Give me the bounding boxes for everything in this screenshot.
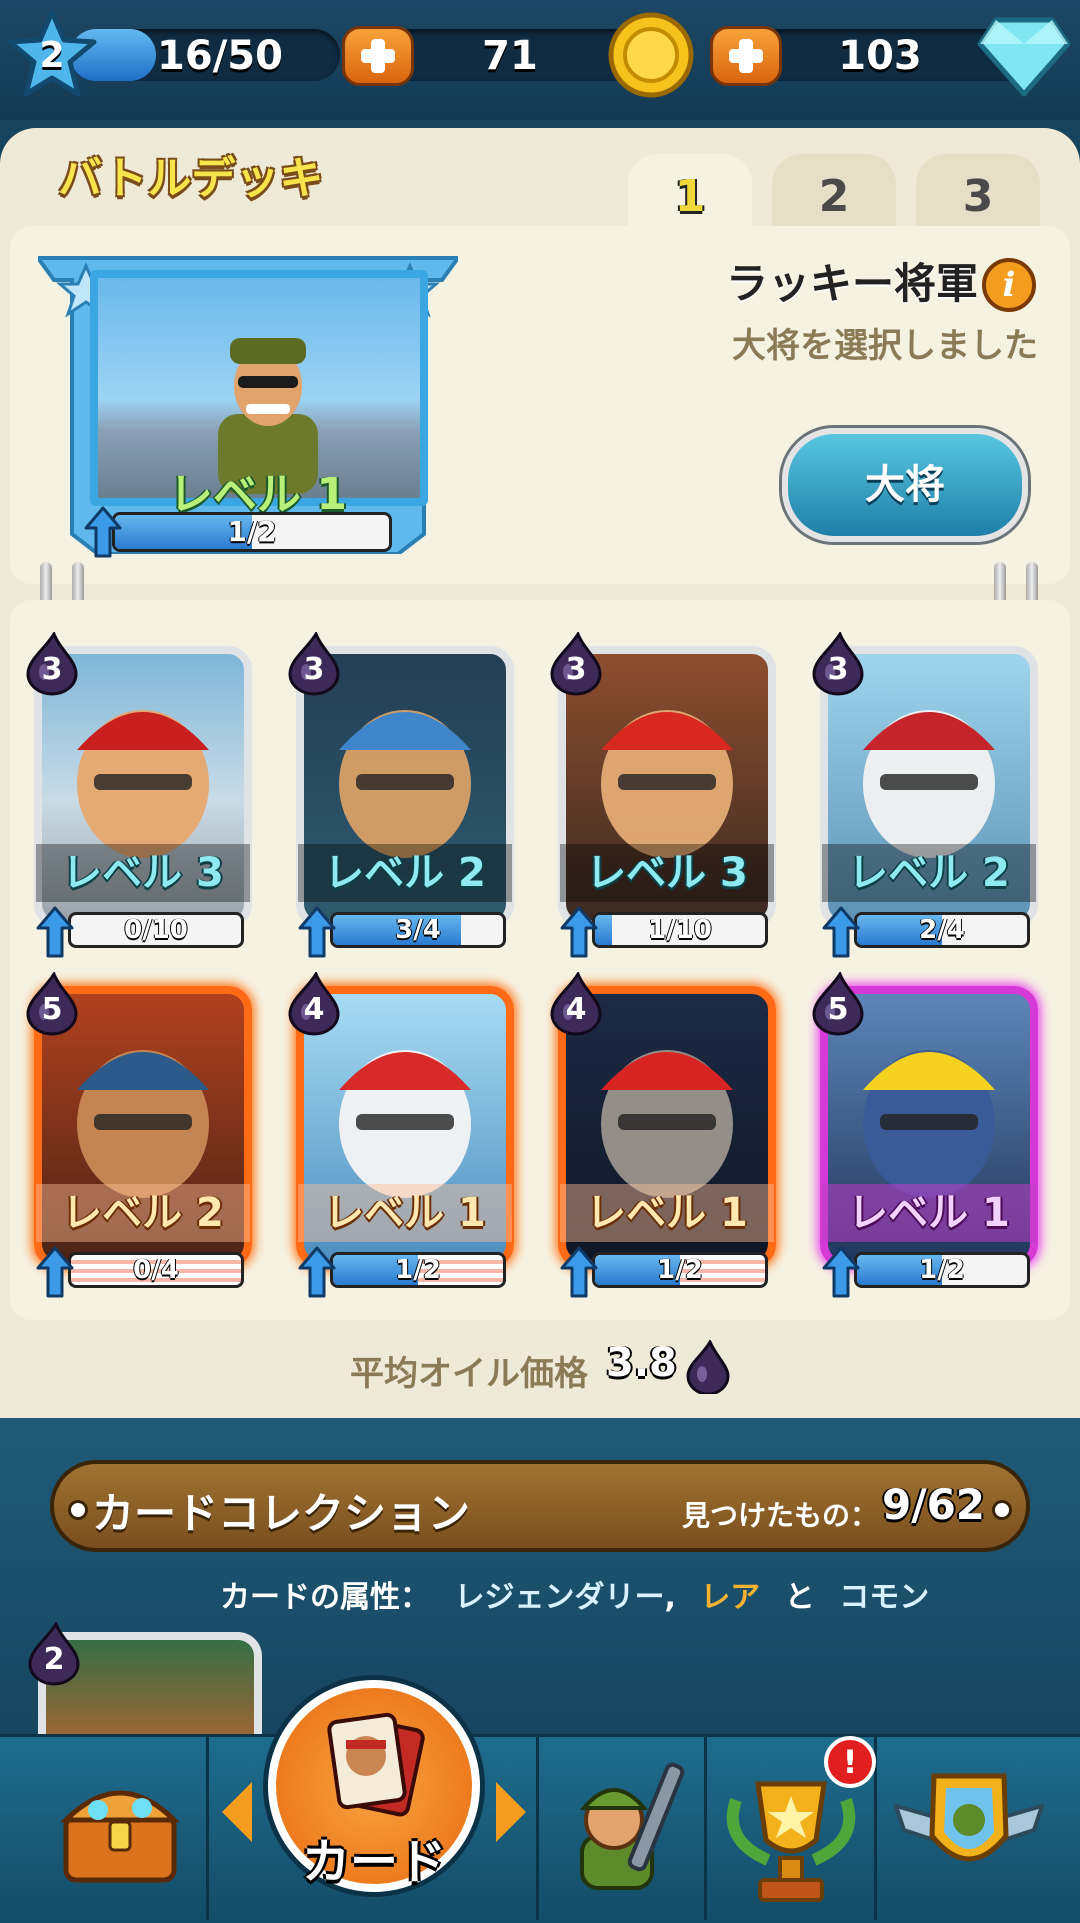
card-progress-text: 1/2 (395, 1255, 441, 1285)
attr-common: コモン (839, 1580, 930, 1615)
collection-title: カードコレクション (92, 1489, 471, 1538)
deck-card[interactable]: レベル 3 3 0/10 (26, 632, 258, 958)
deck-card[interactable]: レベル 2 5 0/4 (26, 972, 258, 1298)
nav-cards-label: カード (301, 1834, 446, 1890)
player-level: 2 (39, 35, 65, 76)
card-level: レベル 2 (36, 1184, 250, 1242)
coin-icon (608, 12, 694, 98)
card-progress-bar: 1/2 (854, 1252, 1030, 1288)
collection-found-count: 9/62 (882, 1480, 986, 1529)
card-progress-text: 0/10 (124, 915, 188, 945)
card-cost: 4 (303, 992, 325, 1027)
gems-count: 103 (838, 33, 922, 79)
average-oil-label: 平均オイル価格 (350, 1354, 588, 1394)
upgrade-arrow-icon (36, 906, 74, 958)
chest-icon[interactable] (58, 1766, 182, 1886)
deck-card[interactable]: レベル 2 3 3/4 (288, 632, 520, 958)
upgrade-arrow-icon (36, 1246, 74, 1298)
dot-decoration (992, 1500, 1012, 1520)
badge-icon[interactable] (894, 1766, 1044, 1890)
info-button[interactable]: i (982, 258, 1036, 312)
card-level: レベル 1 (298, 1184, 512, 1242)
general-progress-text: 1/2 (227, 515, 277, 548)
collection-found-label: 見つけたもの： (682, 1499, 879, 1532)
card-progress-bar: 1/2 (592, 1252, 768, 1288)
upgrade-arrow-icon (822, 1246, 860, 1298)
card-cost: 5 (41, 992, 63, 1027)
card-level: レベル 3 (36, 844, 250, 902)
upgrade-arrow-icon (84, 506, 122, 558)
trophy-alert-badge: ! (824, 1736, 876, 1788)
attr-separator: , (664, 1580, 676, 1615)
collection-card-cost: 2 (43, 1642, 65, 1677)
attr-rare: レア (700, 1580, 761, 1615)
soldier-icon[interactable] (552, 1744, 700, 1894)
upgrade-arrow-icon (560, 1246, 598, 1298)
coins-count: 71 (482, 33, 538, 79)
deck-card[interactable]: レベル 1 5 1/2 (812, 972, 1044, 1298)
attr-and: と (784, 1580, 815, 1615)
nav-divider (536, 1734, 539, 1920)
tab-deck-2[interactable]: 2 (772, 154, 896, 234)
card-cost: 3 (565, 652, 587, 687)
xp-text: 16/50 (157, 33, 283, 79)
card-progress-bar: 2/4 (854, 912, 1030, 948)
deck-card[interactable]: レベル 1 4 1/2 (550, 972, 782, 1298)
general-status: 大将を選択しました (732, 326, 1038, 366)
nav-divider (206, 1734, 209, 1920)
gem-icon (977, 17, 1071, 97)
card-attributes: カードの属性： レジェンダリー, レア と コモン (220, 1572, 943, 1616)
add-coins-button[interactable] (342, 26, 414, 86)
card-icon (327, 1712, 425, 1817)
card-progress-bar: 3/4 (330, 912, 506, 948)
card-progress-text: 1/2 (657, 1255, 703, 1285)
card-cost: 4 (565, 992, 587, 1027)
deck-card[interactable]: レベル 1 4 1/2 (288, 972, 520, 1298)
card-level: レベル 1 (560, 1184, 774, 1242)
card-level: レベル 3 (560, 844, 774, 902)
upgrade-arrow-icon (298, 906, 336, 958)
card-cost: 3 (827, 652, 849, 687)
card-progress-bar: 0/4 (68, 1252, 244, 1288)
general-button[interactable]: 大将 (782, 428, 1028, 542)
card-level: レベル 1 (822, 1184, 1036, 1242)
general-name: ラッキー将軍 (725, 259, 978, 308)
nav-divider (704, 1734, 707, 1920)
card-progress-bar: 0/10 (68, 912, 244, 948)
card-cost: 5 (827, 992, 849, 1027)
deck-title: バトルデッキ (58, 153, 324, 204)
attributes-label: カードの属性： (220, 1580, 430, 1615)
upgrade-arrow-icon (560, 906, 598, 958)
trophy-icon[interactable] (716, 1770, 866, 1906)
dot-decoration (68, 1500, 88, 1520)
card-progress-text: 2/4 (919, 915, 965, 945)
nav-left-arrow[interactable] (222, 1782, 252, 1842)
card-cost: 3 (41, 652, 63, 687)
card-progress-bar: 1/2 (330, 1252, 506, 1288)
card-progress-text: 3/4 (395, 915, 441, 945)
card-progress-bar: 1/10 (592, 912, 768, 948)
oil-drop-icon (686, 1340, 730, 1394)
card-level: レベル 2 (298, 844, 512, 902)
upgrade-arrow-icon (822, 906, 860, 958)
card-progress-text: 1/2 (919, 1255, 965, 1285)
deck-card[interactable]: レベル 2 3 2/4 (812, 632, 1044, 958)
nav-right-arrow[interactable] (496, 1782, 526, 1842)
tab-deck-3[interactable]: 3 (916, 154, 1040, 234)
attr-legendary: レジェンダリー (454, 1580, 665, 1615)
card-level: レベル 2 (822, 844, 1036, 902)
card-cost: 3 (303, 652, 325, 687)
deck-card[interactable]: レベル 3 3 1/10 (550, 632, 782, 958)
general-progress-bar: 1/2 (112, 512, 392, 552)
upgrade-arrow-icon (298, 1246, 336, 1298)
average-oil-value: 3.8 (606, 1340, 677, 1386)
card-progress-text: 0/4 (133, 1255, 179, 1285)
card-progress-text: 1/10 (648, 915, 712, 945)
tab-deck-1[interactable]: 1 (628, 154, 752, 234)
add-gems-button[interactable] (710, 26, 782, 86)
